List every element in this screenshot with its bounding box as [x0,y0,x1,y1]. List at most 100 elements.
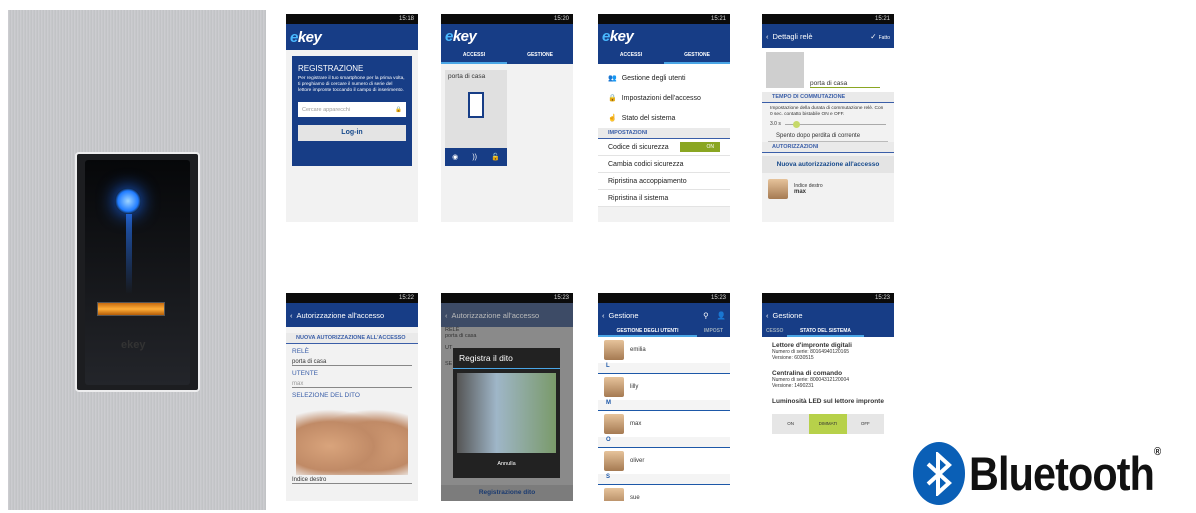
app-bar: ‹ Gestione ⚲ 👤 [598,303,730,327]
section-settings: IMPOSTAZIONI [598,128,730,139]
list-item[interactable]: oliver [598,448,730,474]
section-authorizations: AUTORIZZAZIONI [762,142,894,153]
bluetooth-logo: Bluetooth® [913,442,1186,505]
menu-reset-system[interactable]: Ripristina il sistema [598,190,730,207]
slider-thumb[interactable] [792,120,800,128]
led-on-option[interactable]: ON [772,414,810,434]
app-bar: ‹ Gestione [762,303,894,327]
screen-relay-details: 15:21 ‹ Dettagli relè ✓ Fatto porta di cas… [762,14,894,222]
avatar [768,179,788,199]
ekey-logo: ekey [290,28,322,46]
menu-users[interactable]: 👥 Gestione degli utenti [598,68,730,88]
finger-select-label: SELEZIONE DEL DITO [292,392,360,399]
finger-select[interactable]: Indice destro [292,477,412,484]
user-select[interactable]: max [292,381,412,388]
avatar [604,340,624,360]
led-brightness-selector: ON DIMMATI OFF [772,414,884,434]
status-bar: 15:23 [762,293,894,303]
section-switch-time: TEMPO DI COMMUTAZIONE [762,92,894,103]
lock-icon: 🔒 [608,95,617,102]
menu-access-settings[interactable]: 🔒 Impostazioni dell'accesso [598,88,730,108]
fingerprint-sensor: ekey [75,152,200,392]
register-finger-dialog: Registra il dito Annulla [453,348,560,478]
list-item[interactable]: max [598,411,730,437]
status-bar: 15:21 [598,14,730,24]
relay-label: RELÈ [292,348,309,355]
finger-scan-image [457,373,556,453]
done-button[interactable]: ✓ Fatto [870,32,890,41]
tab-settings[interactable]: IMPOST [697,327,730,337]
hands-finger-picker[interactable] [296,403,408,475]
tab-gestione[interactable]: GESTIONE [664,48,730,64]
section-letter: S [598,474,730,485]
avatar [604,451,624,471]
user-label: UTENTE [292,370,318,377]
led-dim-option[interactable]: DIMMATI [809,414,847,434]
ekey-logo: ekey [445,27,477,45]
dialog-title: Registra il dito [453,348,560,369]
search-device-input[interactable]: Cercare apparecchi 🔒 [298,102,406,117]
search-icon[interactable]: ⚲ [703,311,709,320]
screen-access: 15:20 ekey ACCESSI GESTIONE porta di casa… [441,14,573,222]
menu-system-status[interactable]: ☝ Stato del sistema [598,108,730,128]
door-label: porta di casa [448,73,486,80]
app-bar: ‹ Dettagli relè ✓ Fatto [762,24,894,48]
registration-card: REGISTRAZIONE Per registrare il tuo smar… [292,56,412,166]
register-finger-button[interactable]: Registrazione dito [441,485,573,501]
signal-icon: )) [472,153,478,161]
unlock-icon[interactable]: 🔓 [491,153,500,161]
list-item[interactable]: lilly [598,374,730,400]
back-icon[interactable]: ‹ [290,311,293,320]
door-label: porta di casa [810,80,880,88]
list-item[interactable]: sue [598,485,730,501]
hand-icon: ☝ [608,115,617,122]
menu-change-codes[interactable]: Cambia codici sicurezza [598,156,730,173]
sensor-strip [97,302,165,316]
fingerprint-reader-photo: ekey [8,10,266,510]
app-bar: ekey [286,24,418,50]
status-bar: 15:22 [286,293,418,303]
security-code-row[interactable]: Codice di sicurezza ON [598,139,730,156]
tab-gestione[interactable]: GESTIONE [507,48,573,64]
status-bar: 15:23 [441,293,573,303]
authorization-item[interactable]: Indice destro max [762,176,894,202]
avatar [604,377,624,397]
app-bar: ekey [598,24,730,48]
power-loss-dropdown[interactable]: Spento dopo perdita di corrente [768,127,888,142]
door-icon [468,92,484,118]
screen-user-management: 15:23 ‹ Gestione ⚲ 👤 GESTIONE DEGLI UTENTI I… [598,293,730,501]
avatar [604,414,624,434]
back-icon[interactable]: ‹ [602,311,605,320]
users-icon: 👥 [608,75,617,82]
blue-led [115,188,141,214]
back-icon[interactable]: ‹ [766,32,769,41]
screen-system-status: 15:23 ‹ Gestione CESSO STATO DEL SISTEMA L… [762,293,894,501]
security-code-toggle[interactable]: ON [680,142,720,152]
relay-select[interactable]: porta di casa [292,359,412,366]
tab-accessi[interactable]: ACCESSI [441,48,507,64]
add-user-icon[interactable]: 👤 [717,311,726,320]
section-letter: M [598,400,730,411]
status-bar: 15:18 [286,14,418,24]
list-item[interactable]: emilia [598,337,730,363]
tab-access[interactable]: CESSO [762,327,787,337]
app-bar: ‹ Autorizzazione all'accesso [286,303,418,327]
tab-system-status[interactable]: STATO DEL SISTEMA [787,327,864,337]
menu-reset-pairing[interactable]: Ripristina accoppiamento [598,173,730,190]
bluetooth-icon [913,442,965,505]
device-brand: ekey [121,339,146,351]
tab-accessi[interactable]: ACCESSI [598,48,664,64]
section-new-authorization: NUOVA AUTORIZZAZIONE ALL'ACCESSO [286,333,418,344]
new-authorization-button[interactable]: Nuova autorizzazione all'accesso [762,156,894,173]
door-controls[interactable]: ◉)) 🔓 [445,148,507,166]
tab-user-management[interactable]: GESTIONE DEGLI UTENTI [598,327,697,337]
cancel-button[interactable]: Annulla [453,461,560,467]
app-bar: ‹ Autorizzazione all'accesso [441,303,573,327]
led-off-option[interactable]: OFF [846,414,884,434]
screen-new-authorization: 15:22 ‹ Autorizzazione all'accesso NUOVA … [286,293,418,501]
lock-circle-icon[interactable]: ◉ [452,153,458,161]
status-bar: 15:23 [598,293,730,303]
door-tile[interactable]: porta di casa [445,70,507,148]
login-button[interactable]: Log-in [298,125,406,141]
back-icon[interactable]: ‹ [766,311,769,320]
